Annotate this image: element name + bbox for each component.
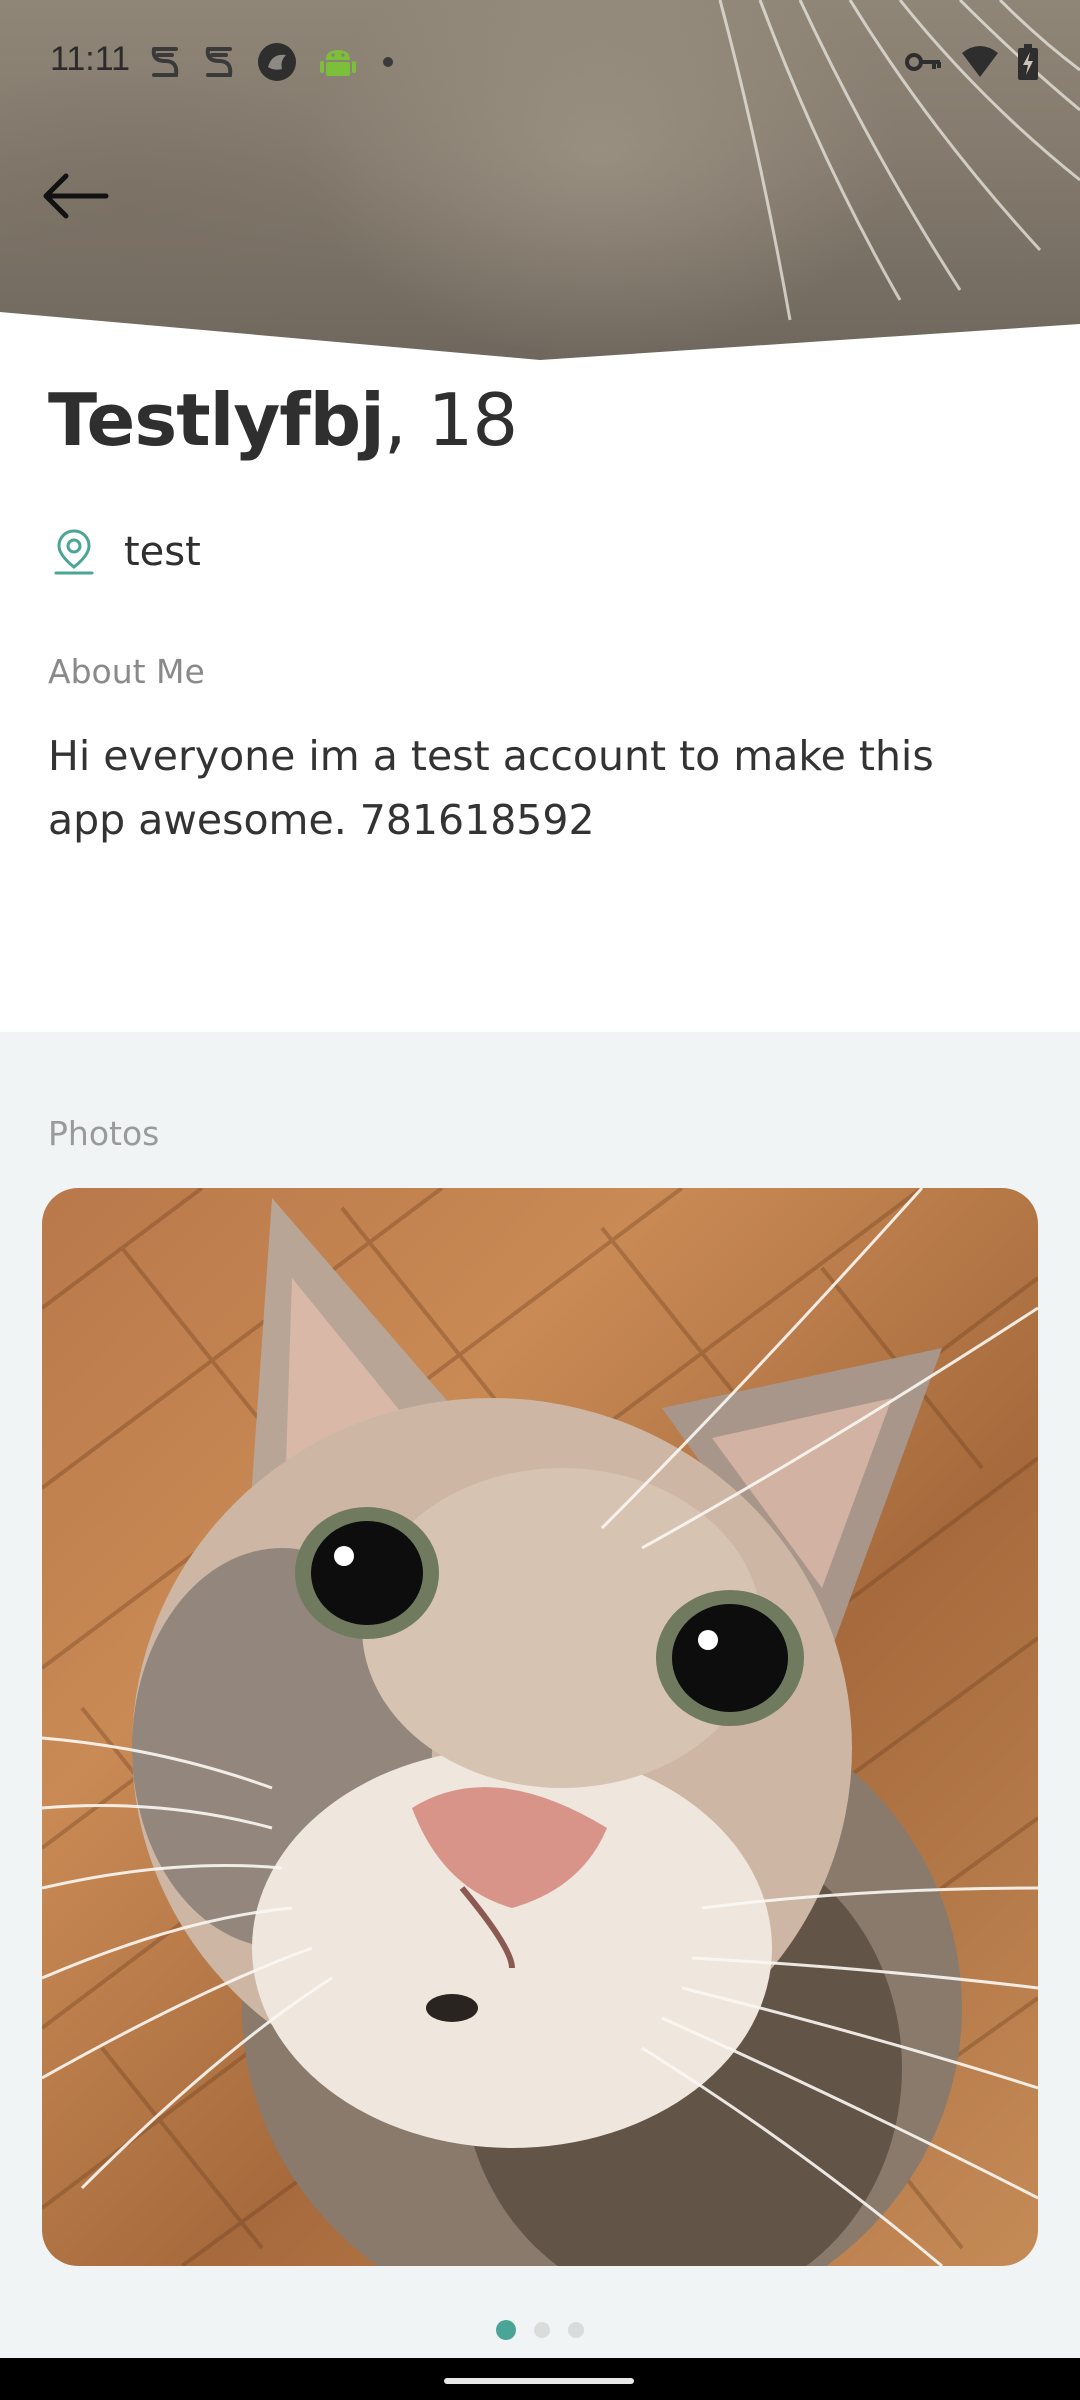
location-text: test	[124, 529, 201, 575]
profile-name-age: Testlyfbj, 18	[48, 378, 518, 462]
profile-name: Testlyfbj	[48, 378, 385, 462]
arrow-left-icon	[43, 173, 109, 219]
profile-screen: 11:11 Testlyfbj, 18 test About Me Hi eve…	[0, 0, 1080, 2400]
android-icon	[320, 50, 356, 76]
photos-label: Photos	[48, 1114, 160, 1153]
cat-photo	[42, 1188, 1038, 2266]
dot-icon	[383, 57, 393, 67]
pagination-dot-1[interactable]	[496, 2320, 516, 2340]
s-app-icon	[151, 47, 179, 77]
home-gesture-handle[interactable]	[444, 2378, 634, 2384]
system-navigation-bar	[0, 2358, 1080, 2400]
status-time: 11:11	[50, 40, 131, 78]
status-bar: 11:11	[0, 0, 1080, 124]
battery-charging-icon	[1018, 44, 1038, 80]
back-button[interactable]	[30, 160, 120, 232]
photo-pagination	[0, 2318, 1080, 2342]
photo-carousel-image[interactable]	[42, 1188, 1038, 2266]
vpn-key-icon	[905, 53, 941, 71]
pagination-dot-2[interactable]	[534, 2322, 550, 2338]
wifi-icon	[962, 46, 998, 77]
s-app-icon	[205, 47, 233, 77]
about-me-label: About Me	[48, 652, 205, 691]
location-pin-icon	[54, 529, 94, 575]
profile-age: , 18	[383, 378, 518, 462]
profile-location: test	[52, 522, 201, 582]
pagination-dot-3[interactable]	[568, 2322, 584, 2338]
about-me-text: Hi everyone im a test account to make th…	[48, 732, 934, 844]
browser-icon	[258, 43, 296, 81]
